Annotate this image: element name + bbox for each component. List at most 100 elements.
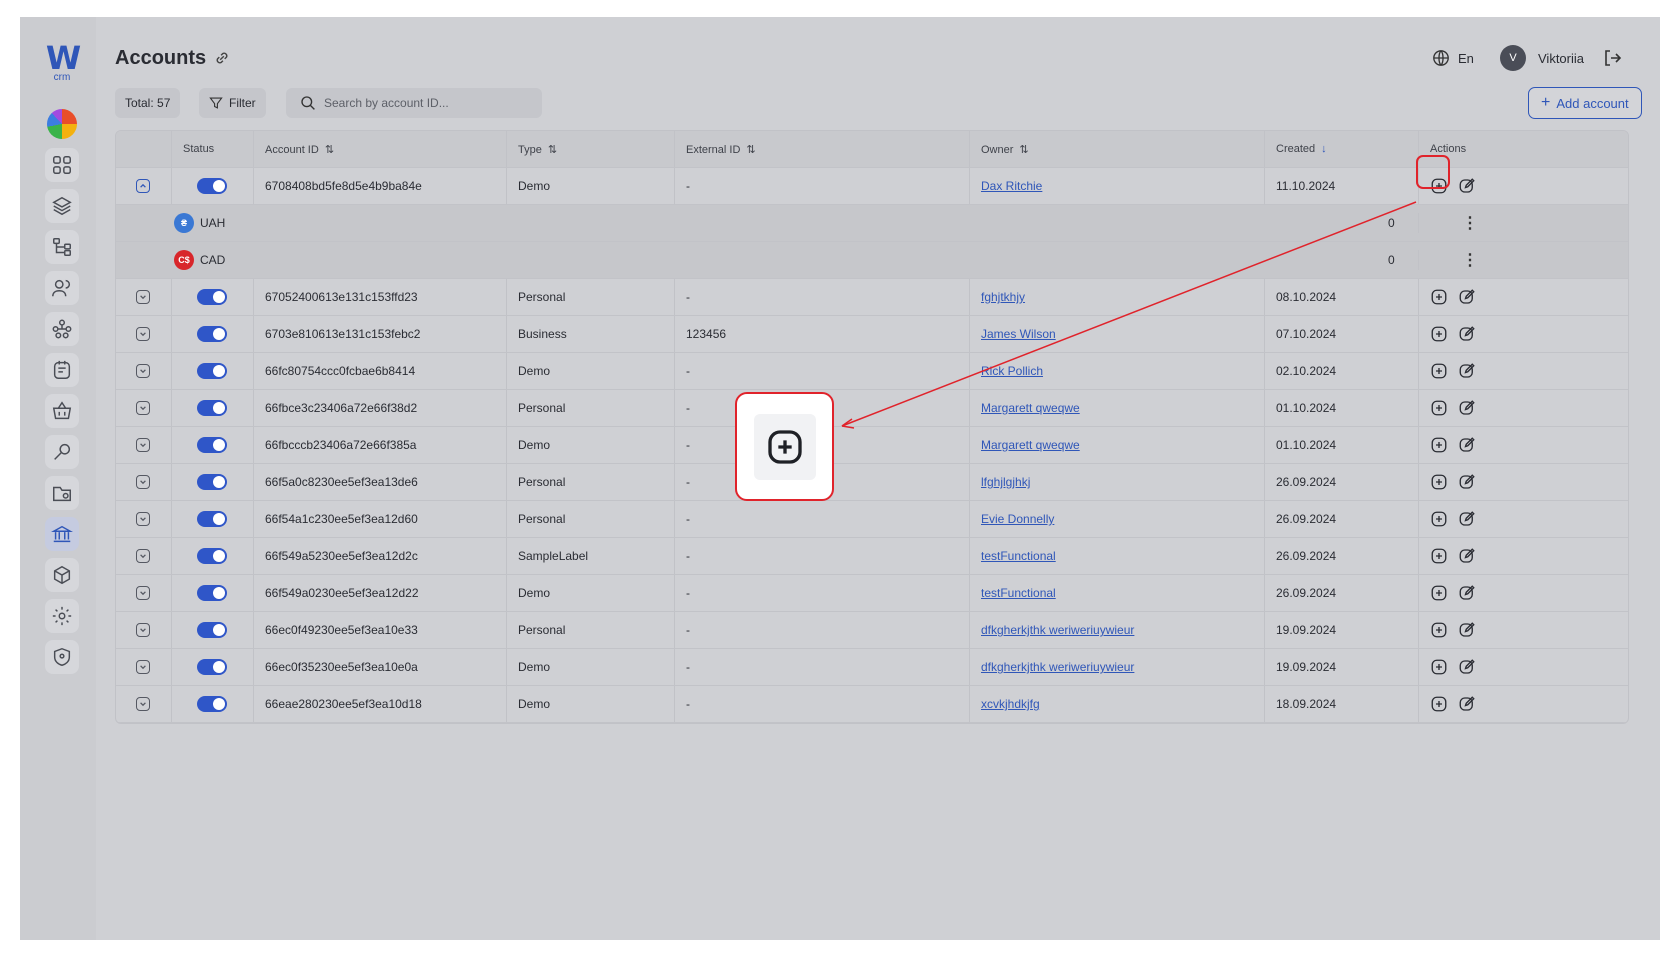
expand-toggle[interactable] [116, 353, 171, 389]
expand-toggle[interactable] [116, 538, 171, 574]
add-balance-icon[interactable] [1430, 325, 1448, 343]
owner-link[interactable]: Evie Donnelly [981, 512, 1054, 526]
edit-icon[interactable] [1458, 621, 1476, 639]
column-header-id[interactable]: Account ID ⇅ [253, 131, 506, 167]
status-toggle[interactable] [197, 437, 227, 453]
sidebar-item-users[interactable] [45, 271, 79, 305]
chevron-down-icon[interactable] [136, 327, 150, 341]
add-balance-icon[interactable] [1430, 621, 1448, 639]
column-header-ext[interactable]: External ID ⇅ [674, 131, 969, 167]
avatar[interactable]: V [1500, 45, 1526, 71]
status-toggle[interactable] [197, 178, 227, 194]
language-switcher[interactable]: En [1432, 49, 1474, 67]
edit-icon[interactable] [1458, 695, 1476, 713]
chevron-down-icon[interactable] [136, 290, 150, 304]
expand-toggle[interactable] [116, 612, 171, 648]
sidebar-item-tools[interactable] [45, 435, 79, 469]
owner-link[interactable]: xcvkjhdkjfg [981, 697, 1040, 711]
owner-link[interactable]: Dax Ritchie [981, 179, 1042, 193]
add-account-button[interactable]: + Add account [1528, 87, 1642, 119]
status-toggle[interactable] [197, 289, 227, 305]
status-toggle[interactable] [197, 548, 227, 564]
expand-toggle[interactable] [116, 686, 171, 722]
owner-link[interactable]: fghjtkhjy [981, 290, 1025, 304]
sidebar-item-dashboard[interactable] [45, 148, 79, 182]
sidebar-item-box[interactable] [45, 558, 79, 592]
color-wheel-icon[interactable] [47, 109, 77, 139]
user-name[interactable]: Viktoriia [1538, 51, 1584, 66]
edit-icon[interactable] [1458, 658, 1476, 676]
expand-toggle[interactable] [116, 427, 171, 463]
status-toggle[interactable] [197, 474, 227, 490]
owner-link[interactable]: testFunctional [981, 586, 1056, 600]
edit-icon[interactable] [1458, 510, 1476, 528]
expand-toggle[interactable] [116, 279, 171, 315]
sidebar-item-network[interactable] [45, 312, 79, 346]
more-menu-icon[interactable]: ⋮ [1462, 205, 1478, 241]
chevron-down-icon[interactable] [136, 697, 150, 711]
owner-link[interactable]: Margarett qweqwe [981, 438, 1080, 452]
sort-icon[interactable]: ⇅ [325, 144, 334, 156]
add-balance-icon[interactable] [1430, 473, 1448, 491]
column-header-owner[interactable]: Owner ⇅ [969, 131, 1264, 167]
chevron-down-icon[interactable] [136, 364, 150, 378]
logout-icon[interactable] [1602, 48, 1622, 68]
sidebar-item-layers[interactable] [45, 189, 79, 223]
owner-link[interactable]: lfghjlgjhkj [981, 475, 1030, 489]
column-header-type[interactable]: Type ⇅ [506, 131, 674, 167]
sidebar-item-hierarchy[interactable] [45, 230, 79, 264]
add-balance-icon[interactable] [1430, 436, 1448, 454]
expand-toggle[interactable] [116, 649, 171, 685]
filter-button[interactable]: Filter [199, 88, 266, 118]
add-balance-icon[interactable] [1430, 288, 1448, 306]
sidebar-item-tasks[interactable] [45, 353, 79, 387]
chevron-down-icon[interactable] [136, 512, 150, 526]
edit-icon[interactable] [1458, 177, 1476, 195]
add-balance-icon[interactable] [1430, 547, 1448, 565]
owner-link[interactable]: James Wilson [981, 327, 1056, 341]
add-balance-icon[interactable] [1430, 399, 1448, 417]
sidebar-item-settings[interactable] [45, 599, 79, 633]
add-balance-icon[interactable] [1430, 695, 1448, 713]
expand-toggle[interactable] [116, 316, 171, 352]
status-toggle[interactable] [197, 511, 227, 527]
owner-link[interactable]: Rick Pollich [981, 364, 1043, 378]
chevron-down-icon[interactable] [136, 401, 150, 415]
sidebar-item-security[interactable] [45, 640, 79, 674]
status-toggle[interactable] [197, 363, 227, 379]
edit-icon[interactable] [1458, 473, 1476, 491]
status-toggle[interactable] [197, 696, 227, 712]
add-balance-icon[interactable] [1430, 362, 1448, 380]
more-menu-icon[interactable]: ⋮ [1462, 242, 1478, 278]
sort-icon[interactable]: ⇅ [548, 144, 557, 156]
expand-toggle[interactable] [116, 575, 171, 611]
edit-icon[interactable] [1458, 399, 1476, 417]
chevron-down-icon[interactable] [136, 549, 150, 563]
chevron-down-icon[interactable] [136, 438, 150, 452]
add-balance-icon[interactable] [1430, 584, 1448, 602]
sidebar-item-shop[interactable] [45, 394, 79, 428]
chevron-up-icon[interactable] [136, 179, 150, 193]
chevron-down-icon[interactable] [136, 623, 150, 637]
edit-icon[interactable] [1458, 584, 1476, 602]
chevron-down-icon[interactable] [136, 660, 150, 674]
owner-link[interactable]: Margarett qweqwe [981, 401, 1080, 415]
status-toggle[interactable] [197, 622, 227, 638]
add-balance-icon[interactable] [1430, 658, 1448, 676]
owner-link[interactable]: dfkgherkjthk weriweriuywieur [981, 660, 1134, 674]
edit-icon[interactable] [1458, 325, 1476, 343]
column-header-created[interactable]: Created ↓ [1264, 131, 1418, 167]
add-balance-icon[interactable] [1430, 510, 1448, 528]
status-toggle[interactable] [197, 400, 227, 416]
status-toggle[interactable] [197, 585, 227, 601]
copy-link-icon[interactable] [213, 49, 231, 67]
sort-icon[interactable]: ⇅ [1019, 144, 1028, 156]
expand-toggle[interactable] [116, 168, 171, 204]
edit-icon[interactable] [1458, 547, 1476, 565]
chevron-down-icon[interactable] [136, 475, 150, 489]
sort-icon[interactable]: ⇅ [746, 144, 755, 156]
status-toggle[interactable] [197, 326, 227, 342]
edit-icon[interactable] [1458, 362, 1476, 380]
app-logo[interactable]: W crm [44, 42, 81, 83]
expand-toggle[interactable] [116, 464, 171, 500]
